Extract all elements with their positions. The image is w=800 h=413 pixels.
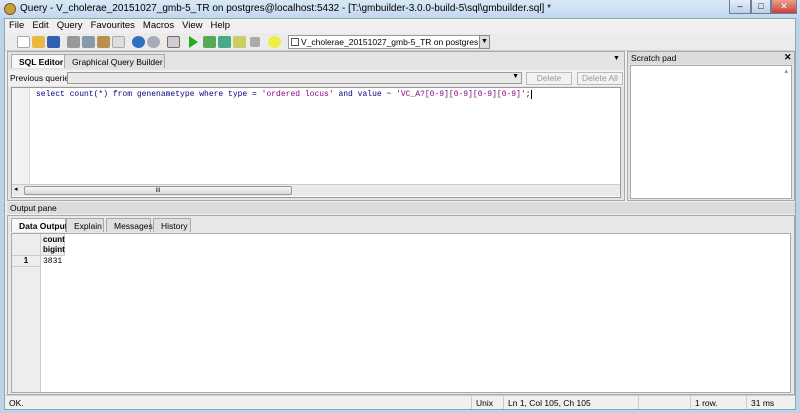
text-cursor (530, 90, 537, 99)
scroll-left-icon[interactable]: ◂ (14, 185, 18, 193)
undo-icon[interactable] (132, 36, 145, 48)
status-bar: OK. Unix Ln 1, Col 105, Ch 105 1 row. 31… (5, 395, 795, 409)
tab-graphical-query-builder[interactable]: Graphical Query Builder (64, 54, 165, 68)
previous-queries-label: Previous queries (10, 73, 74, 83)
data-grid: count bigint 1 3831 (11, 233, 791, 393)
cell-count[interactable]: 3831 (43, 257, 62, 266)
connection-select[interactable]: V_cholerae_20151027_gmb-5_TR on postgres… (288, 35, 488, 49)
row-header[interactable]: 1 (12, 256, 41, 267)
window-title: Query - V_cholerae_20151027_gmb-5_TR on … (20, 3, 552, 14)
status-time: 31 ms (746, 396, 795, 409)
open-file-icon[interactable] (32, 36, 45, 48)
tab-history[interactable]: History (153, 218, 191, 232)
status-empty (638, 396, 690, 409)
clear-icon[interactable] (112, 36, 125, 48)
tab-messages[interactable]: Messages (106, 218, 153, 232)
scratch-pad-title: Scratch pad (628, 52, 794, 64)
main-window: File Edit Query Favourites Macros View Help V_… (4, 18, 796, 410)
code-string: 'VC_A?[0-9][0-9][0-9][0-9]' (396, 90, 526, 99)
column-name: count (43, 235, 65, 244)
status-message: OK. (9, 398, 24, 408)
explain-icon[interactable] (203, 36, 216, 48)
scroll-up-icon[interactable]: ▴ (784, 67, 788, 75)
cut-icon[interactable] (67, 36, 80, 48)
output-pane: Data Output Explain Messages History cou… (7, 215, 795, 395)
status-cursor-position: Ln 1, Col 105, Ch 105 (503, 396, 638, 409)
previous-queries-select[interactable]: ▼ (67, 72, 522, 84)
paste-icon[interactable] (97, 36, 110, 48)
stop-icon[interactable] (250, 37, 260, 47)
line-gutter (12, 88, 30, 184)
connection-checkbox[interactable] (291, 38, 299, 46)
delete-button[interactable]: Delete (526, 72, 572, 85)
grid-corner (12, 234, 41, 256)
tab-data-output[interactable]: Data Output (11, 218, 68, 232)
help-icon[interactable] (268, 36, 281, 48)
redo-icon[interactable] (147, 36, 160, 48)
horizontal-scrollbar[interactable]: ◂ III (12, 184, 620, 196)
status-line-endings: Unix (471, 396, 503, 409)
tab-explain[interactable]: Explain (66, 218, 104, 232)
close-button[interactable]: ✕ (771, 0, 797, 14)
menu-file[interactable]: File (5, 19, 28, 32)
new-file-icon[interactable] (17, 36, 30, 48)
execute-to-file-icon[interactable] (218, 36, 231, 48)
previous-queries-row: Previous queries ▼ Delete Delete All (8, 70, 624, 86)
code-text: select count(*) from genenametype where … (36, 90, 262, 99)
menu-bar: File Edit Query Favourites Macros View Help (5, 19, 795, 33)
scratch-pad-panel: Scratch pad ✕ ▴ (627, 51, 795, 201)
maximize-button[interactable]: □ (751, 0, 771, 14)
execute-icon[interactable] (189, 36, 198, 48)
code-text: and value ~ (333, 90, 397, 99)
scratch-pad-input[interactable]: ▴ (630, 65, 792, 199)
output-pane-title: Output pane (7, 202, 795, 214)
toolbar: V_cholerae_20151027_gmb-5_TR on postgres… (5, 33, 795, 51)
sql-code[interactable]: select count(*) from genenametype where … (36, 90, 537, 99)
menu-help[interactable]: Help (207, 19, 235, 32)
connection-label: V_cholerae_20151027_gmb-5_TR on postgres… (301, 37, 487, 47)
column-header-count[interactable]: count bigint (41, 234, 65, 256)
app-icon (4, 3, 16, 15)
column-type: bigint (43, 245, 65, 254)
status-row-count: 1 row. (690, 396, 746, 409)
menu-view[interactable]: View (178, 19, 206, 32)
code-string: 'ordered locus' (261, 90, 334, 99)
chevron-down-icon: ▼ (512, 73, 519, 80)
sql-editor[interactable]: select count(*) from genenametype where … (11, 87, 621, 198)
tab-sql-editor[interactable]: SQL Editor (11, 54, 72, 68)
close-icon[interactable]: ✕ (784, 52, 792, 63)
code-text: ; (525, 90, 531, 99)
save-icon[interactable] (47, 36, 60, 48)
row-header-column (12, 267, 41, 392)
delete-all-button[interactable]: Delete All (577, 72, 623, 85)
menu-macros[interactable]: Macros (139, 19, 178, 32)
panel-menu-icon[interactable]: ▼ (613, 55, 620, 62)
copy-icon[interactable] (82, 36, 95, 48)
explain-analyze-icon[interactable] (233, 36, 246, 48)
sql-editor-panel: SQL Editor Graphical Query Builder ▼ Pre… (7, 51, 625, 201)
menu-favourites[interactable]: Favourites (87, 19, 139, 32)
connection-dropdown-button[interactable]: ▼ (479, 35, 490, 49)
menu-edit[interactable]: Edit (28, 19, 52, 32)
title-bar: Query - V_cholerae_20151027_gmb-5_TR on … (0, 0, 800, 18)
minimize-button[interactable]: – (729, 0, 751, 14)
find-icon[interactable] (167, 36, 180, 48)
menu-query[interactable]: Query (53, 19, 87, 32)
scrollbar-thumb[interactable]: III (24, 186, 292, 195)
